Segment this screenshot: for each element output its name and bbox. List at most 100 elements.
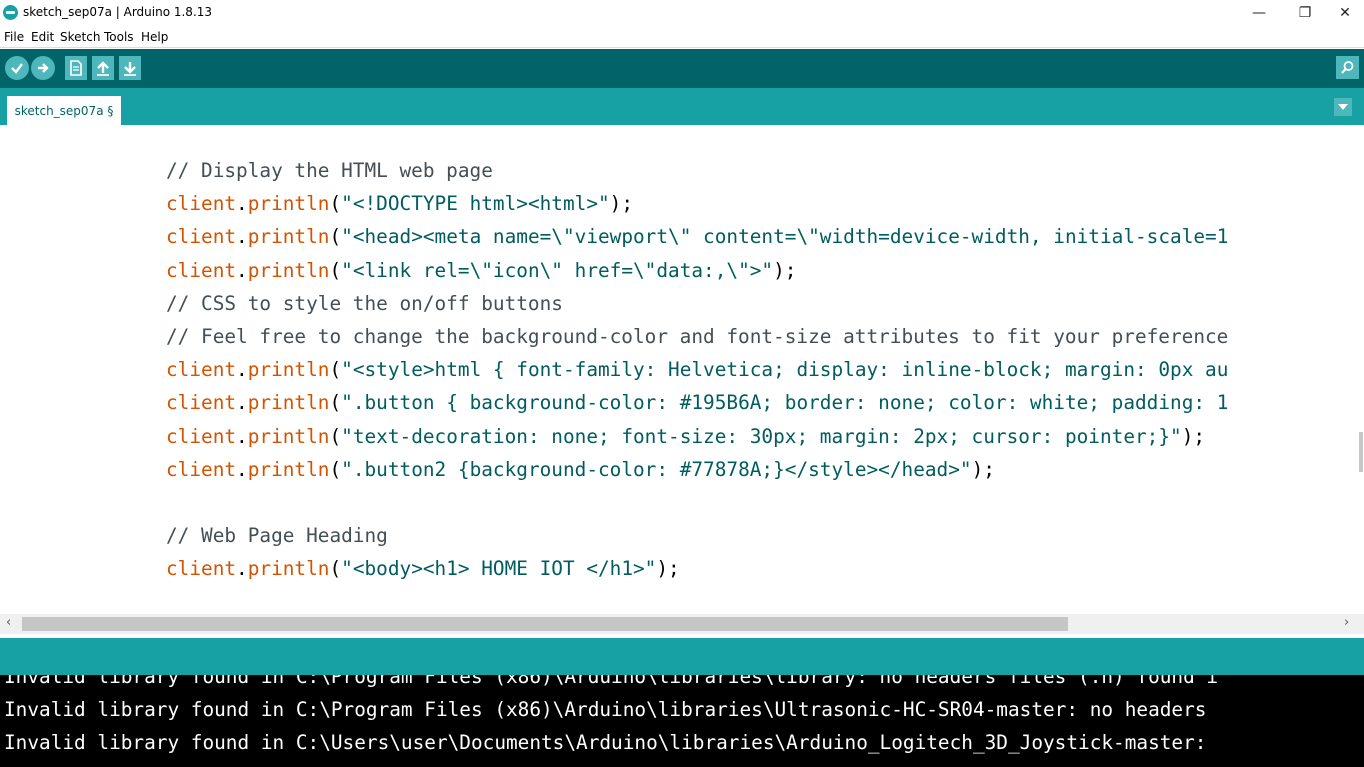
code-line: // Web Page Heading (166, 524, 388, 548)
menu-help[interactable]: Help (141, 30, 168, 44)
code-token: . (236, 424, 248, 448)
status-bar (0, 638, 1364, 675)
vertical-scroll-thumb[interactable] (1359, 432, 1363, 472)
code-line: client.println(".button2 {background-col… (166, 458, 995, 482)
menu-sketch[interactable]: Sketch (60, 30, 100, 44)
new-sketch-button[interactable] (65, 56, 87, 80)
title-bar: sketch_sep07a | Arduino 1.8.13 — ❐ ✕ (0, 0, 1364, 26)
code-token: client (166, 258, 237, 282)
code-token: . (236, 457, 248, 481)
code-line: // Feel free to change the background-co… (166, 325, 1228, 349)
horizontal-scrollbar[interactable]: ‹ › (0, 614, 1364, 634)
horizontal-scroll-thumb[interactable] (22, 617, 1068, 631)
arrow-up-icon (97, 61, 109, 76)
code-token: ( (329, 391, 342, 415)
code-line: client.println("<style>html { font-famil… (166, 358, 1228, 382)
menu-file[interactable]: File (4, 30, 24, 44)
code-line: client.println("text-decoration: none; f… (166, 425, 1205, 449)
code-line: client.println("<head><meta name=\"viewp… (166, 225, 1228, 249)
code-token: ); (656, 557, 680, 581)
tab-menu-button[interactable] (1334, 98, 1352, 116)
code-token: ( (329, 258, 342, 282)
console-output: Invalid library found in C:\Program File… (0, 675, 1364, 767)
code-token: "<body><h1> HOME IOT </h1>" (341, 557, 657, 581)
magnifier-icon (1341, 61, 1354, 74)
code-token: "<head><meta name=\"viewport\" content=\… (341, 225, 1229, 249)
code-token: println (247, 225, 330, 249)
console-line: Invalid library found in C:\Program File… (4, 675, 1219, 688)
code-token: println (247, 391, 330, 415)
upload-button[interactable] (31, 56, 55, 80)
code-token: ( (329, 192, 342, 216)
tab-bar: sketch_sep07a § (0, 88, 1364, 125)
minimize-button[interactable]: — (1236, 0, 1282, 26)
arrow-right-icon (38, 63, 49, 73)
code-token: client (166, 391, 237, 415)
code-line: client.println("<!DOCTYPE html><html>"); (166, 192, 633, 216)
menu-tools[interactable]: Tools (104, 30, 134, 44)
code-token: . (236, 192, 248, 216)
code-token: ); (773, 258, 797, 282)
vertical-scrollbar[interactable] (1358, 125, 1364, 614)
code-token: ); (1181, 424, 1206, 448)
code-token: client (166, 225, 237, 249)
code-token: ( (329, 225, 342, 249)
console-line: Invalid library found in C:\Program File… (4, 698, 1207, 721)
code-token: ( (329, 358, 342, 382)
code-token: "<style>html { font-family: Helvetica; d… (341, 358, 1229, 382)
save-button[interactable] (119, 56, 141, 80)
code-token: // Display the HTML web page (166, 159, 493, 182)
code-token: ); (971, 457, 995, 481)
menu-edit[interactable]: Edit (31, 30, 54, 44)
scroll-left-icon[interactable]: ‹ (6, 615, 11, 630)
code-token: ( (329, 457, 342, 481)
close-button[interactable]: ✕ (1326, 0, 1364, 26)
console-line: Invalid library found in C:\Users\user\D… (4, 731, 1207, 754)
code-line: // Display the HTML web page (166, 159, 493, 183)
code-token: "<!DOCTYPE html><html>" (341, 192, 610, 216)
code-line: // CSS to style the on/off buttons (166, 292, 563, 316)
code-line: client.println("<body><h1> HOME IOT </h1… (166, 557, 680, 581)
code-token: // Web Page Heading (166, 524, 388, 548)
code-token: // Feel free to change the background-co… (166, 325, 1229, 348)
code-token: client (166, 358, 237, 382)
code-token: . (236, 557, 248, 581)
check-icon (11, 63, 23, 74)
serial-monitor-button[interactable] (1336, 56, 1359, 79)
maximize-button[interactable]: ❐ (1282, 0, 1328, 26)
code-token: . (236, 358, 248, 382)
new-file-icon (70, 60, 82, 76)
arrow-down-icon (124, 62, 136, 76)
scroll-right-icon[interactable]: › (1344, 615, 1349, 630)
code-token: println (247, 424, 330, 448)
code-token: "text-decoration: none; font-size: 30px;… (341, 424, 1182, 448)
open-button[interactable] (92, 56, 114, 80)
code-token: println (247, 358, 330, 382)
menu-bar: File Edit Sketch Tools Help (0, 26, 1364, 48)
code-token: ( (329, 557, 342, 581)
triangle-down-icon (1338, 103, 1348, 110)
code-token: println (247, 192, 330, 216)
code-token: ".button { background-color: #195B6A; bo… (341, 391, 1229, 415)
code-token: println (247, 457, 330, 481)
arduino-logo-icon (3, 5, 18, 20)
code-token: ( (329, 424, 342, 448)
tab-sketch[interactable]: sketch_sep07a § (7, 96, 121, 125)
code-token: ".button2 {background-color: #77878A;}</… (341, 457, 972, 481)
code-token: client (166, 457, 237, 481)
code-token: ); (609, 192, 634, 216)
code-line: client.println("<link rel=\"icon\" href=… (166, 259, 796, 283)
code-token: client (166, 192, 237, 216)
code-token: client (166, 424, 237, 448)
code-token: "<link rel=\"icon\" href=\"data:,\">" (341, 258, 774, 282)
code-editor[interactable]: // Display the HTML web page client.print… (0, 125, 1358, 614)
code-token: . (236, 225, 248, 249)
toolbar (0, 49, 1364, 88)
code-token: . (236, 391, 248, 415)
code-token: . (236, 258, 248, 282)
code-token: println (247, 258, 330, 282)
verify-button[interactable] (5, 56, 29, 80)
window-title: sketch_sep07a | Arduino 1.8.13 (23, 5, 213, 19)
code-line: client.println(".button { background-col… (166, 391, 1228, 415)
code-token: println (247, 557, 330, 581)
